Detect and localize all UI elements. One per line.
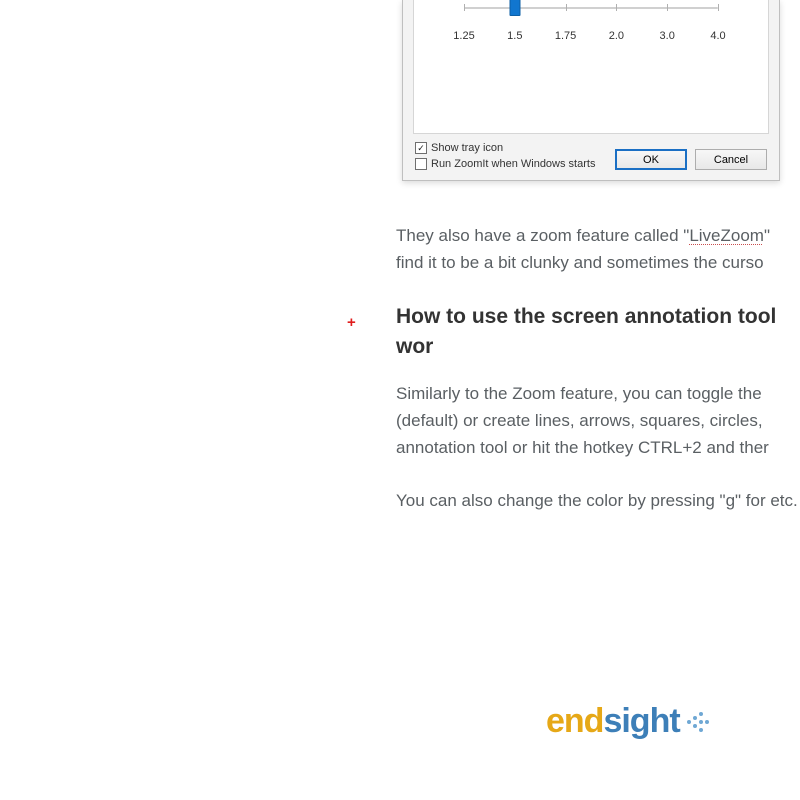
slider-tick-label: 4.0 [710,30,725,42]
show-tray-icon-checkbox[interactable]: ✓ Show tray icon [415,142,503,154]
slider-tick-label: 3.0 [660,30,675,42]
zoom-level-slider[interactable]: 1.25 1.5 1.75 2.0 3.0 4.0 [464,0,718,44]
logo-dots-icon [685,710,709,734]
paragraph: You can also change the color by pressin… [396,487,800,514]
cancel-button[interactable]: Cancel [695,149,767,170]
slider-tick-label: 1.25 [453,30,474,42]
paragraph: They also have a zoom feature called "Li… [396,222,800,276]
livezoom-link[interactable]: LiveZoom [689,226,764,245]
ok-button[interactable]: OK [615,149,687,170]
slider-thumb[interactable] [509,0,520,16]
endsight-logo: endsight [546,702,709,741]
slider-tick-label: 1.5 [507,30,522,42]
checkbox-label: Show tray icon [431,142,503,154]
checkbox-label: Run ZoomIt when Windows starts [431,158,595,170]
run-on-startup-checkbox[interactable]: Run ZoomIt when Windows starts [415,158,595,170]
slider-tick-label: 2.0 [609,30,624,42]
logo-text-end: end [546,702,603,741]
article-body: They also have a zoom feature called "Li… [396,222,800,540]
logo-text-sight: sight [603,702,679,741]
checkbox-icon: ✓ [415,142,427,154]
checkbox-icon [415,158,427,170]
zoomit-dialog: 1.25 1.5 1.75 2.0 3.0 4.0 ✓ Show tray ic… [402,0,780,181]
slider-tick-label: 1.75 [555,30,576,42]
add-section-icon[interactable]: + [347,314,356,331]
section-heading: How to use the screen annotation tool wo… [396,302,800,362]
paragraph: Similarly to the Zoom feature, you can t… [396,380,800,461]
dialog-content: 1.25 1.5 1.75 2.0 3.0 4.0 [413,0,769,134]
